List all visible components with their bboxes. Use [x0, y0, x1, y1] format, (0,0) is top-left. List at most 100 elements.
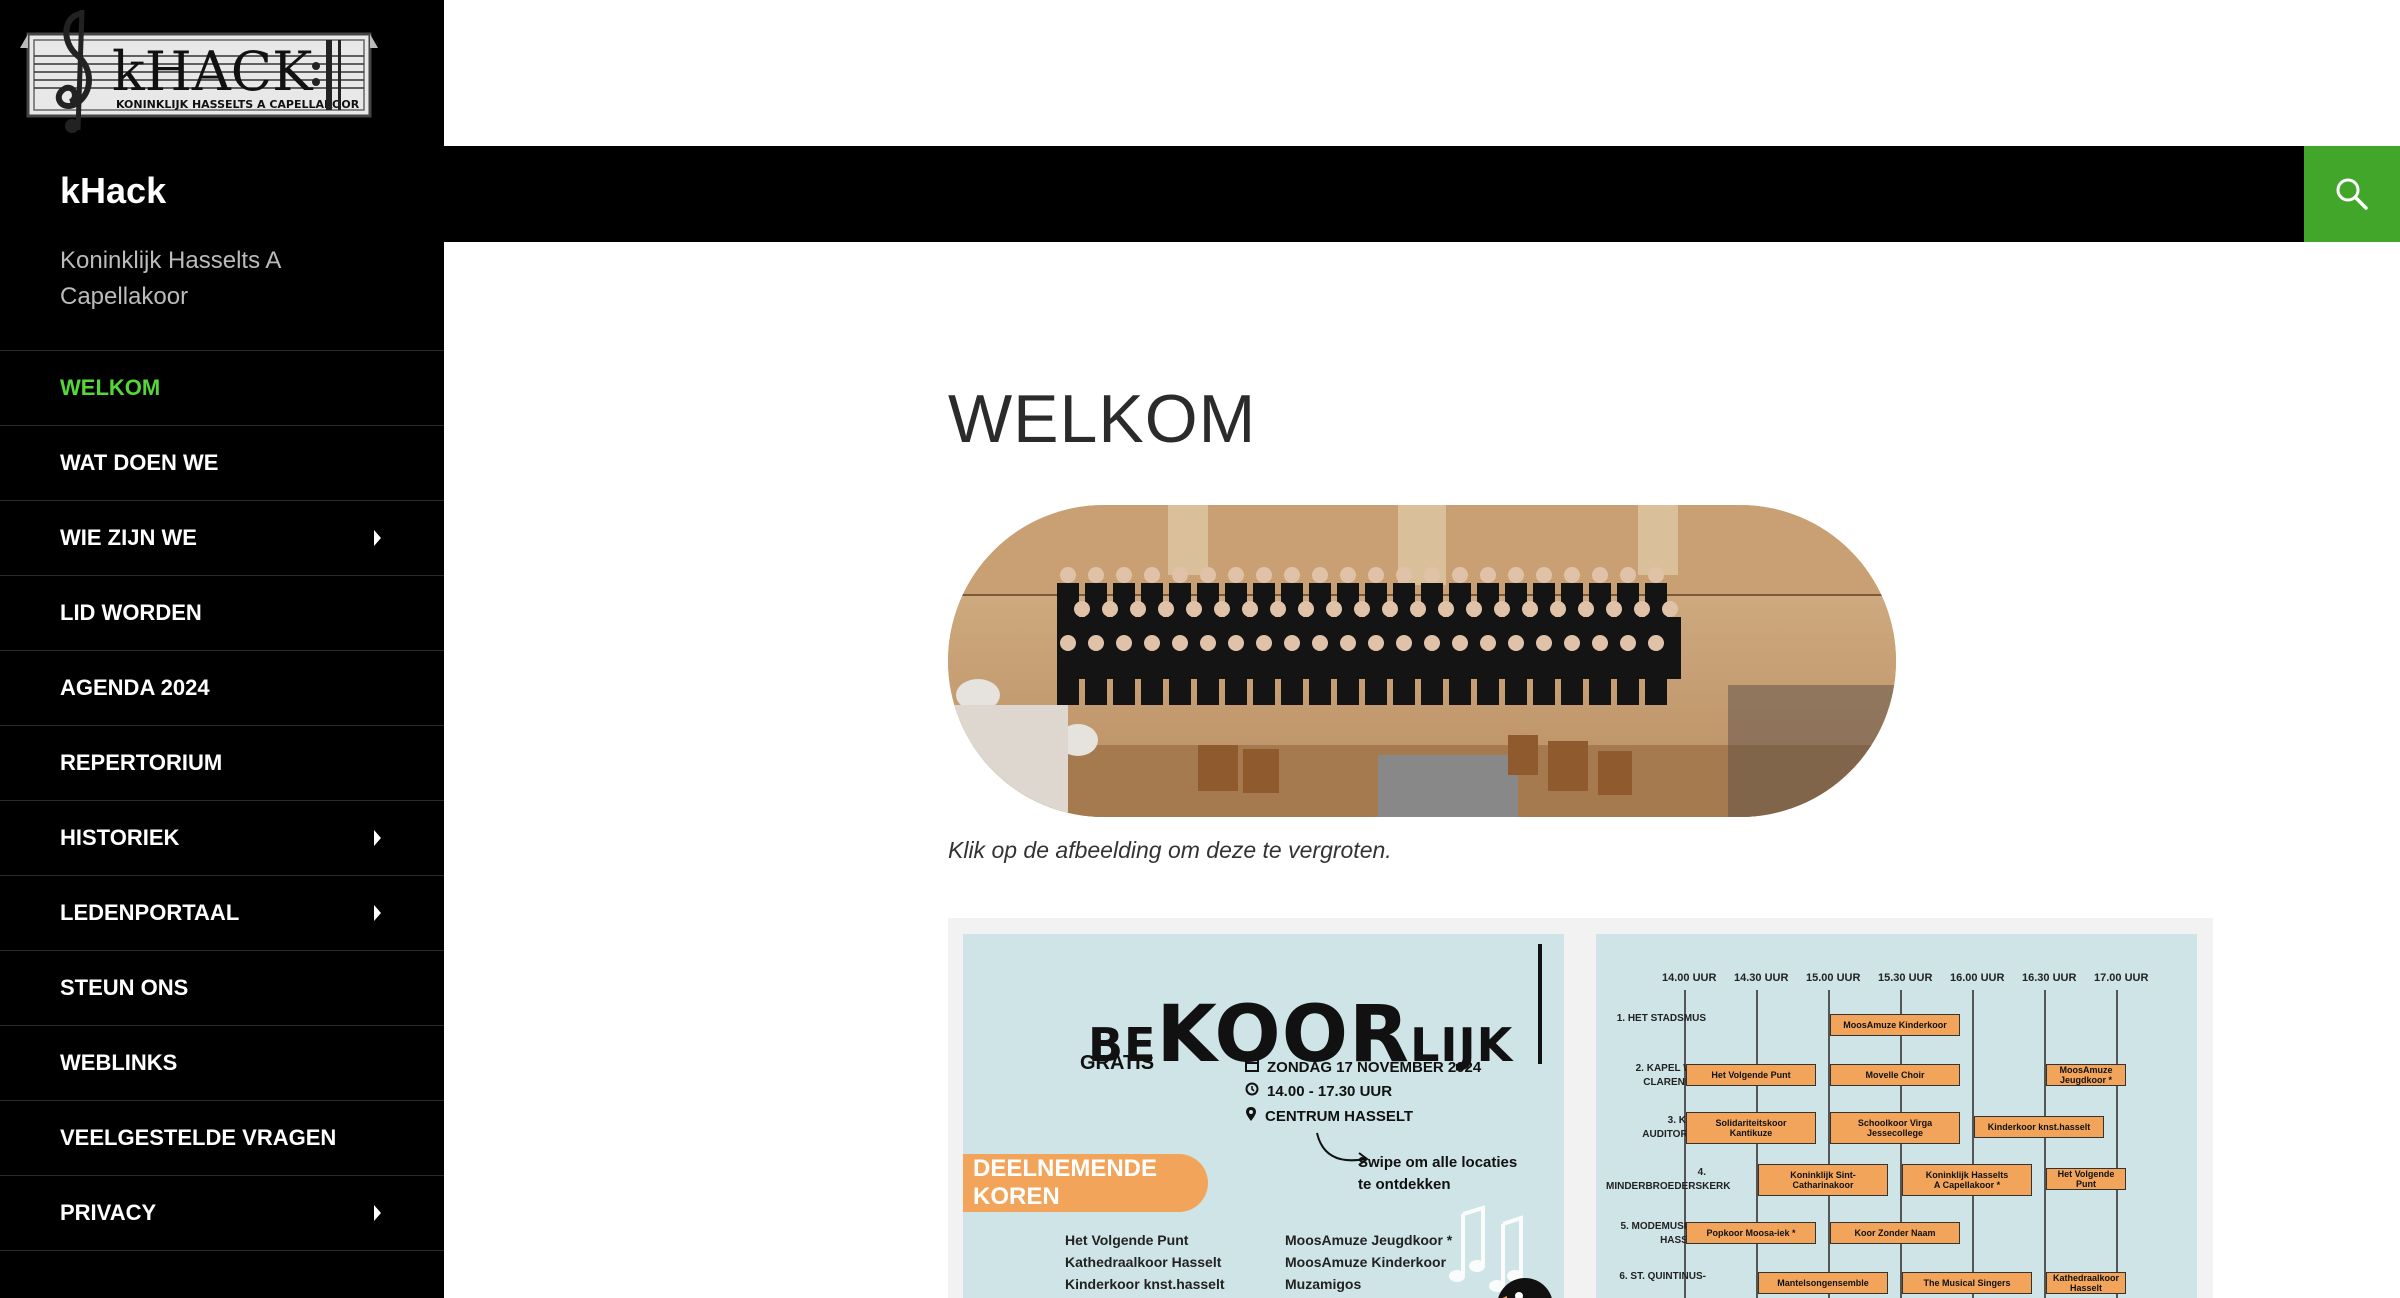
- choir-photo[interactable]: [948, 505, 1896, 817]
- choir-member-head: [1382, 601, 1398, 617]
- choir-member-head: [1200, 635, 1216, 651]
- schedule-time-line: [2116, 990, 2118, 1298]
- nav-item-welkom[interactable]: WELKOM: [0, 351, 444, 426]
- nav-item-label: WIE ZIJN WE: [60, 525, 197, 550]
- nav-item-lid-worden[interactable]: LID WORDEN: [0, 576, 444, 651]
- choir-member-body: [1617, 651, 1639, 705]
- schedule-time-header: 16.30 UUR: [2022, 972, 2077, 984]
- choir-member-head: [1158, 601, 1174, 617]
- site-logo[interactable]: kHACK KONINKLIJK HASSELTS A CAPELLAKOOR: [20, 4, 378, 136]
- schedule-time-header: 15.00 UUR: [1806, 972, 1861, 984]
- choir-member-head: [1284, 635, 1300, 651]
- choir-member-head: [1536, 635, 1552, 651]
- schedule-time-header: 16.00 UUR: [1950, 972, 2005, 984]
- choir-member-body: [1337, 651, 1359, 705]
- choir-member-head: [1200, 567, 1216, 583]
- choir-member-head: [1312, 635, 1328, 651]
- choir-member-body: [1421, 651, 1443, 705]
- choir-member-body: [1309, 651, 1331, 705]
- schedule-slot: Mantelsongensemble: [1758, 1272, 1888, 1294]
- choir-member-head: [1480, 567, 1496, 583]
- choir-member-head: [1452, 635, 1468, 651]
- choir-member-head: [1242, 601, 1258, 617]
- schedule-slot: Kathedraalkoor Hasselt: [2046, 1272, 2126, 1294]
- nav-item-label: HISTORIEK: [60, 825, 180, 850]
- choir-member-head: [1088, 635, 1104, 651]
- schedule-slot: Koor Zonder Naam: [1830, 1222, 1960, 1244]
- nav-item-weblinks[interactable]: WEBLINKS: [0, 1026, 444, 1101]
- clock-icon: [1245, 1082, 1259, 1100]
- submenu-arrow-icon[interactable]: [374, 530, 381, 546]
- poster-date: ZONDAG 17 NOVEMBER 2024: [1245, 1058, 1481, 1076]
- schedule-location: 4. MINDERBROEDERSKERK: [1606, 1167, 1731, 1192]
- schedule-time-header: 17.00 UUR: [2094, 972, 2149, 984]
- main-navigation: WELKOM WAT DOEN WE WIE ZIJN WE LID WORDEN AG…: [0, 350, 444, 1251]
- nav-item-label: WELKOM: [60, 375, 161, 400]
- nav-item-privacy[interactable]: PRIVACY: [0, 1176, 444, 1251]
- site-title[interactable]: kHack: [60, 170, 166, 212]
- choir-member-head: [1648, 635, 1664, 651]
- choir-member-body: [1085, 651, 1107, 705]
- choir-member-body: [1561, 651, 1583, 705]
- schedule-slot: MoosAmuze Kinderkoor: [1830, 1014, 1960, 1036]
- choir-member-body: [1113, 651, 1135, 705]
- choir-member-head: [1340, 567, 1356, 583]
- nav-item-steun-ons[interactable]: STEUN ONS: [0, 951, 444, 1026]
- nav-item-historiek[interactable]: HISTORIEK: [0, 801, 444, 876]
- calendar-icon: [1245, 1058, 1259, 1076]
- choir-member-body: [1253, 651, 1275, 705]
- choir-member-head: [1326, 601, 1342, 617]
- submenu-arrow-icon[interactable]: [374, 905, 381, 921]
- nav-item-veelgestelde-vragen[interactable]: VEELGESTELDE VRAGEN: [0, 1101, 444, 1176]
- schedule-time-line: [1756, 990, 1758, 1298]
- site-description: Koninklijk Hasselts A Capellakoor: [60, 247, 281, 310]
- poster-deelnemende-koren: DEELNEMENDE KOREN: [963, 1154, 1208, 1212]
- choir-member-head: [1214, 601, 1230, 617]
- nav-item-wie-zijn-we[interactable]: WIE ZIJN WE: [0, 501, 444, 576]
- choir-member-head: [1172, 567, 1188, 583]
- choir-member-head: [1130, 601, 1146, 617]
- choir-member-body: [1057, 651, 1079, 705]
- submenu-arrow-icon[interactable]: [374, 830, 381, 846]
- choir-member-head: [1144, 635, 1160, 651]
- choir-member-head: [1256, 635, 1272, 651]
- nav-item-ledenportaal[interactable]: LEDENPORTAAL: [0, 876, 444, 951]
- choir-member-body: [1365, 651, 1387, 705]
- choir-member-head: [1536, 567, 1552, 583]
- choir-member-body: [1533, 651, 1555, 705]
- choir-member-body: [1225, 651, 1247, 705]
- choir-member-body: [1281, 651, 1303, 705]
- bekoorlijk-poster[interactable]: BEKOORLIJK GRATIS ZONDAG 17 NOVEMBER 202…: [963, 934, 1564, 1298]
- sidebar: kHACK KONINKLIJK HASSELTS A CAPELLAKOOR …: [0, 0, 444, 1298]
- submenu-arrow-icon[interactable]: [374, 1205, 381, 1221]
- choir-member-head: [1396, 635, 1412, 651]
- nav-item-wat-doen-we[interactable]: WAT DOEN WE: [0, 426, 444, 501]
- nav-item-label: VEELGESTELDE VRAGEN: [60, 1125, 337, 1150]
- search-button[interactable]: [2304, 146, 2400, 242]
- choir-member-head: [1102, 601, 1118, 617]
- choir-member-head: [1186, 601, 1202, 617]
- poster-divider: [1538, 944, 1542, 1064]
- choir-member-head: [1508, 635, 1524, 651]
- choir-member-head: [1144, 567, 1160, 583]
- choir-member-head: [1074, 601, 1090, 617]
- choir-member-head: [1270, 601, 1286, 617]
- choir-member-head: [1256, 567, 1272, 583]
- choir-member-head: [1354, 601, 1370, 617]
- nav-item-agenda-2024[interactable]: AGENDA 2024: [0, 651, 444, 726]
- nav-item-label: LEDENPORTAAL: [60, 900, 240, 925]
- nav-item-label: LID WORDEN: [60, 600, 202, 625]
- choir-member-head: [1620, 635, 1636, 651]
- choir-member-head: [1396, 567, 1412, 583]
- choir-member-head: [1466, 601, 1482, 617]
- poster-time: 14.00 - 17.30 UUR: [1245, 1082, 1392, 1100]
- choir-member-head: [1088, 567, 1104, 583]
- schedule-poster[interactable]: 14.00 UUR 14.30 UUR 15.00 UUR 15.30 UUR 16.0…: [1596, 934, 2197, 1298]
- search-icon: [2336, 178, 2368, 210]
- choir-member-head: [1116, 567, 1132, 583]
- nav-item-label: WAT DOEN WE: [60, 450, 219, 475]
- choir-member-body: [1505, 651, 1527, 705]
- nav-item-repertorium[interactable]: REPERTORIUM: [0, 726, 444, 801]
- schedule-time-line: [1684, 990, 1686, 1298]
- choir-member-head: [1662, 601, 1678, 617]
